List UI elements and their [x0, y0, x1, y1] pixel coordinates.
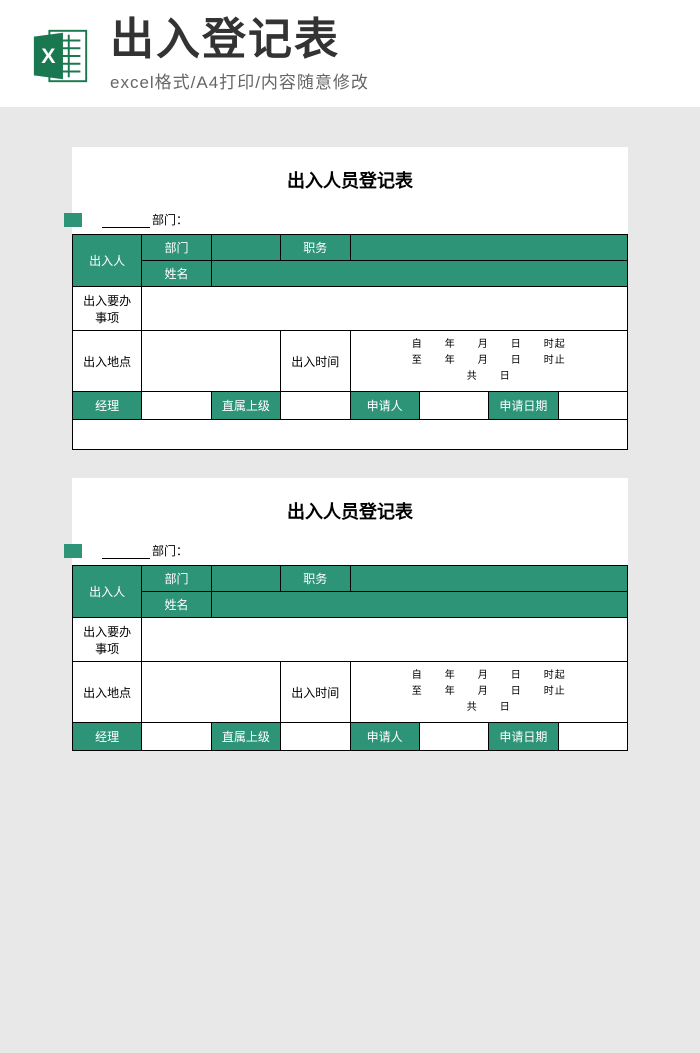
dept-line: 部门： [72, 538, 628, 565]
cell-time-val: 自 年 月 日 时起 至 年 月 日 时止 共 日 [350, 662, 628, 723]
cell-location-val [142, 331, 281, 392]
cell-manager-val [142, 723, 211, 751]
form-sheet: 出入人员登记表 部门： 出入人 部门 职务 姓名 出入要办事项 [72, 478, 628, 751]
cell-position: 职务 [281, 235, 350, 261]
cell-time: 出入时间 [281, 331, 350, 392]
cell-applydate-val [558, 723, 627, 751]
cell-location-val [142, 662, 281, 723]
cell-name: 姓名 [142, 592, 211, 618]
cell-dept: 部门 [142, 566, 211, 592]
header-title: 出入登记表 [110, 18, 670, 62]
cell-name-val [211, 592, 627, 618]
registration-table: 出入人 部门 职务 姓名 出入要办事项 出入地点 出入时间 [72, 234, 628, 450]
cell-applydate: 申请日期 [489, 392, 558, 420]
dept-label: 部门： [152, 544, 188, 558]
form-title: 出入人员登记表 [72, 147, 628, 207]
page-header: X 出入登记表 excel格式/A4打印/内容随意修改 [0, 0, 700, 107]
cell-matters-val [142, 618, 628, 662]
cell-matters: 出入要办事项 [73, 287, 142, 331]
cell-dept-val [211, 235, 280, 261]
cell-applicant-val [419, 392, 488, 420]
cell-position: 职务 [281, 566, 350, 592]
cell-applicant: 申请人 [350, 723, 419, 751]
cell-manager: 经理 [73, 392, 142, 420]
form-sheet: 出入人员登记表 部门： 出入人 部门 职务 姓名 出入要办事项 [72, 147, 628, 450]
cell-supervisor: 直属上级 [211, 392, 280, 420]
cell-person: 出入人 [73, 235, 142, 287]
cell-manager-val [142, 392, 211, 420]
cell-dept: 部门 [142, 235, 211, 261]
preview-canvas: 出入人员登记表 部门： 出入人 部门 职务 姓名 出入要办事项 [0, 107, 700, 799]
dept-line: 部门： [72, 207, 628, 234]
cell-position-val [350, 235, 628, 261]
cell-location: 出入地点 [73, 331, 142, 392]
excel-icon: X [30, 25, 92, 87]
header-subtitle: excel格式/A4打印/内容随意修改 [110, 68, 670, 93]
registration-table: 出入人 部门 职务 姓名 出入要办事项 出入地点 出入时间 [72, 565, 628, 751]
cell-dept-val [211, 566, 280, 592]
cell-person: 出入人 [73, 566, 142, 618]
cell-location: 出入地点 [73, 662, 142, 723]
cell-applydate: 申请日期 [489, 723, 558, 751]
cell-time-val: 自 年 月 日 时起 至 年 月 日 时止 共 日 [350, 331, 628, 392]
cell-manager: 经理 [73, 723, 142, 751]
svg-text:X: X [41, 43, 56, 67]
cell-position-val [350, 566, 628, 592]
cell-matters: 出入要办事项 [73, 618, 142, 662]
cell-applicant: 申请人 [350, 392, 419, 420]
cell-time: 出入时间 [281, 662, 350, 723]
blank-row [73, 420, 628, 450]
cell-matters-val [142, 287, 628, 331]
cell-applicant-val [419, 723, 488, 751]
cell-name-val [211, 261, 627, 287]
cell-supervisor-val [281, 723, 350, 751]
cell-applydate-val [558, 392, 627, 420]
cell-name: 姓名 [142, 261, 211, 287]
header-text-block: 出入登记表 excel格式/A4打印/内容随意修改 [110, 18, 670, 93]
form-title: 出入人员登记表 [72, 478, 628, 538]
cell-supervisor: 直属上级 [211, 723, 280, 751]
dept-label: 部门： [152, 213, 188, 227]
cell-supervisor-val [281, 392, 350, 420]
